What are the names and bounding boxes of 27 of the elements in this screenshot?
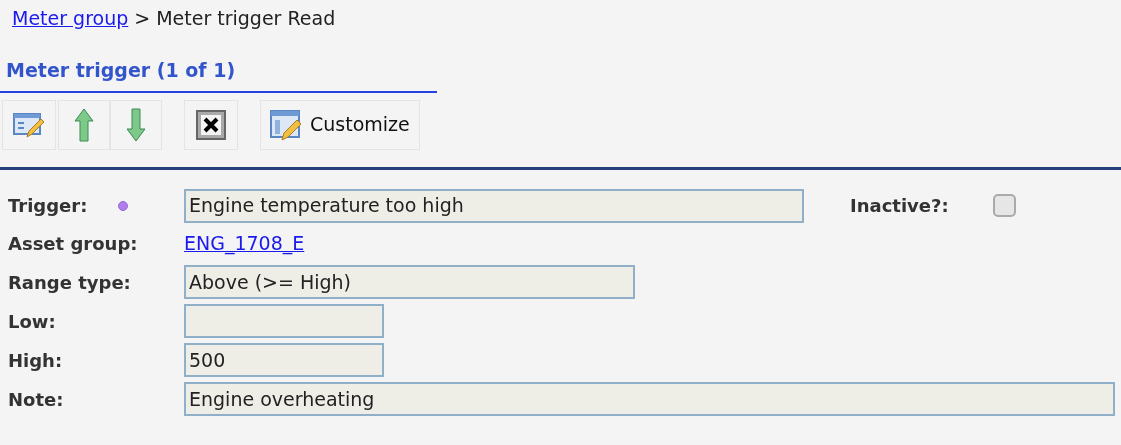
move-up-button[interactable] xyxy=(58,99,110,150)
arrow-up-icon xyxy=(74,107,94,142)
arrow-down-icon xyxy=(126,107,146,142)
breadcrumb-current: Meter trigger Read xyxy=(156,5,336,31)
breadcrumb-link[interactable]: Meter group xyxy=(12,3,129,33)
input-field[interactable]: Engine temperature too high xyxy=(184,188,804,223)
edit-button[interactable] xyxy=(2,99,56,150)
input-field[interactable]: Engine overheating xyxy=(184,382,1115,416)
input-field[interactable]: Above (>= High) xyxy=(184,265,635,299)
asset-group-link[interactable]: ENG_1708_E xyxy=(184,228,305,258)
close-icon xyxy=(196,109,226,140)
delete-button[interactable] xyxy=(184,99,238,150)
field-label: Note: xyxy=(8,387,65,412)
field-label: Inactive?: xyxy=(850,194,949,218)
input-field[interactable] xyxy=(184,304,384,338)
field-label: High: xyxy=(8,348,64,373)
field-label: Low: xyxy=(8,309,57,334)
customize-button[interactable]: Customize xyxy=(260,99,420,150)
layout-edit-icon xyxy=(270,108,304,141)
section-title: Meter trigger (1 of 1) xyxy=(6,59,236,81)
move-down-button[interactable] xyxy=(110,99,162,150)
field-label: Asset group: xyxy=(8,231,139,256)
checkbox[interactable] xyxy=(992,194,1016,217)
input-field[interactable]: 500 xyxy=(184,343,384,377)
breadcrumb-separator: > xyxy=(134,5,151,31)
field-label: Trigger: xyxy=(8,194,89,218)
field-label: Range type: xyxy=(8,270,132,295)
